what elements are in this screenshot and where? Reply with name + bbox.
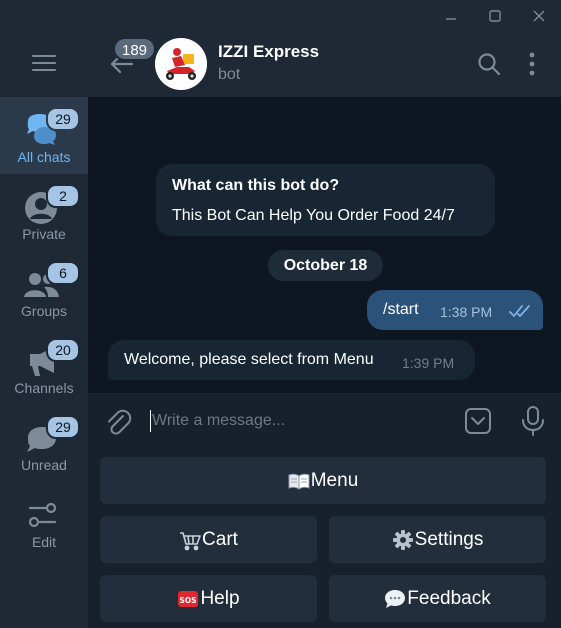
chat-title: IZZI Express	[218, 42, 320, 61]
minimize-button[interactable]	[429, 0, 473, 31]
folder-badge: 6	[46, 261, 80, 285]
microphone-icon[interactable]	[521, 405, 545, 437]
settings-button[interactable]: Settings	[329, 516, 546, 563]
feedback-button[interactable]: Feedback	[329, 575, 546, 622]
message-input[interactable]	[152, 403, 442, 439]
close-window-button[interactable]	[517, 0, 561, 31]
svg-text:SOS: SOS	[180, 596, 197, 605]
cart-button[interactable]: Cart	[100, 516, 317, 563]
folder-label: All chats	[17, 149, 71, 165]
unread-count-badge: 189	[113, 37, 157, 61]
folder-badge: 29	[46, 415, 80, 439]
maximize-button[interactable]	[473, 0, 517, 31]
sos-icon: SOS	[178, 590, 199, 607]
window-titlebar	[0, 0, 561, 31]
menu-button[interactable]: Menu	[100, 457, 546, 504]
date-separator: October 18	[268, 250, 383, 281]
double-check-icon	[509, 305, 530, 317]
folder-label: Edit	[31, 534, 57, 550]
paperclip-icon[interactable]	[104, 407, 132, 437]
bot-info-card: What can this bot do? This Bot Can Help …	[156, 164, 495, 236]
gear-icon	[392, 529, 413, 550]
message-text: /start	[383, 301, 419, 318]
folder-badge: 2	[46, 184, 80, 208]
text-caret	[150, 410, 151, 432]
folder-badge: 20	[46, 338, 80, 362]
speech-bubble-icon	[385, 589, 406, 608]
message-time: 1:39 PM	[402, 355, 455, 371]
message-list[interactable]: What can this bot do? This Bot Can Help …	[88, 97, 561, 393]
bot-info-text: This Bot Can Help You Order Food 24/7	[172, 207, 455, 224]
message-text: Welcome, please select from Menu	[124, 351, 374, 368]
folders-sidebar: 29 All chats 2 Private 6 Groups 20 Chann…	[0, 31, 88, 628]
folder-channels[interactable]: 20 Channels	[0, 328, 88, 405]
feedback-button-label: Feedback	[407, 587, 491, 609]
avatar[interactable]	[155, 38, 207, 90]
search-icon[interactable]	[476, 51, 502, 77]
folder-badge: 29	[46, 107, 80, 131]
message-time: 1:38 PM	[440, 304, 493, 320]
more-vertical-icon[interactable]	[522, 49, 542, 79]
folder-label: Unread	[21, 457, 67, 473]
folder-label: Groups	[21, 303, 67, 319]
folder-groups[interactable]: 6 Groups	[0, 251, 88, 328]
open-book-icon	[288, 473, 310, 490]
folder-edit[interactable]: Edit	[0, 482, 88, 559]
shopping-cart-icon	[180, 531, 201, 550]
folder-private[interactable]: 2 Private	[0, 174, 88, 251]
folder-unread[interactable]: 29 Unread	[0, 405, 88, 482]
chat-header: 189 IZZI Express bot	[88, 31, 561, 97]
folder-all-chats[interactable]: 29 All chats	[0, 97, 88, 174]
menu-button-label: Menu	[310, 469, 359, 491]
delivery-scooter-icon	[155, 38, 207, 90]
maximize-icon	[489, 9, 501, 22]
folder-label: Private	[22, 226, 66, 242]
settings-button-label: Settings	[414, 528, 484, 550]
close-icon	[533, 10, 545, 21]
bot-info-title: What can this bot do?	[172, 177, 340, 194]
bot-reply-keyboard: Menu Cart Settings SOS Help Feedback	[88, 450, 561, 628]
outgoing-message[interactable]: /start 1:38 PM	[367, 290, 543, 330]
help-button-label: Help	[200, 587, 240, 609]
help-button[interactable]: SOS Help	[100, 575, 317, 622]
incoming-message[interactable]: Welcome, please select from Menu 1:39 PM	[108, 340, 475, 380]
main-menu-button[interactable]	[0, 31, 88, 95]
folder-label: Channels	[14, 380, 74, 396]
chat-subtitle: bot	[218, 66, 241, 83]
bot-keyboard-toggle-icon[interactable]	[464, 407, 492, 435]
minimize-icon	[446, 17, 456, 20]
hamburger-icon	[32, 55, 56, 71]
message-composer	[88, 393, 561, 450]
sliders-icon	[28, 502, 57, 528]
cart-button-label: Cart	[202, 528, 238, 550]
